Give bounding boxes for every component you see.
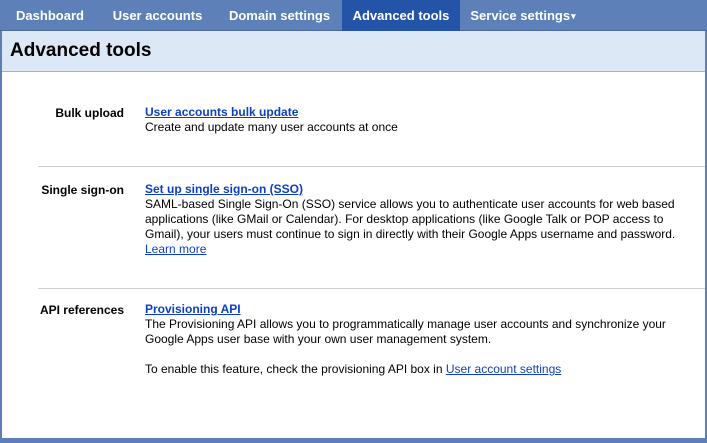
- setup-sso-link[interactable]: Set up single sign-on (SSO): [145, 182, 303, 196]
- section-content: User accounts bulk update Create and upd…: [145, 105, 705, 135]
- divider: [38, 166, 705, 167]
- provisioning-api-link[interactable]: Provisioning API: [145, 302, 241, 316]
- user-account-settings-link[interactable]: User account settings: [446, 362, 561, 376]
- section-label: Single sign-on: [41, 183, 124, 197]
- tab-dashboard[interactable]: Dashboard: [2, 0, 98, 31]
- section-description: The Provisioning API allows you to progr…: [145, 317, 666, 346]
- tab-user-accounts[interactable]: User accounts: [98, 0, 217, 31]
- tab-domain-settings[interactable]: Domain settings: [217, 0, 342, 31]
- learn-more-link[interactable]: Learn more: [145, 242, 206, 256]
- section-content: Set up single sign-on (SSO) SAML-based S…: [145, 182, 705, 257]
- section-label: API references: [39, 303, 124, 317]
- section-description: SAML-based Single Sign-On (SSO) service …: [145, 197, 676, 241]
- section-description: Create and update many user accounts at …: [145, 120, 398, 134]
- section-note: To enable this feature, check the provis…: [145, 362, 705, 377]
- bottom-border: [2, 438, 705, 441]
- page-title: Advanced tools: [10, 40, 152, 61]
- section-content: Provisioning API The Provisioning API al…: [145, 302, 705, 377]
- section-label: Bulk upload: [55, 106, 124, 120]
- bulk-update-link[interactable]: User accounts bulk update: [145, 105, 298, 119]
- page-header: Advanced tools: [2, 31, 705, 72]
- tab-service-settings[interactable]: Service settings▾: [460, 0, 586, 31]
- chevron-down-icon: ▾: [571, 11, 576, 21]
- tab-advanced-tools[interactable]: Advanced tools: [342, 0, 460, 31]
- note-text: To enable this feature, check the provis…: [145, 362, 443, 376]
- top-nav: Dashboard User accounts Domain settings …: [0, 0, 707, 31]
- divider: [38, 288, 705, 289]
- tab-service-settings-label: Service settings: [470, 8, 571, 23]
